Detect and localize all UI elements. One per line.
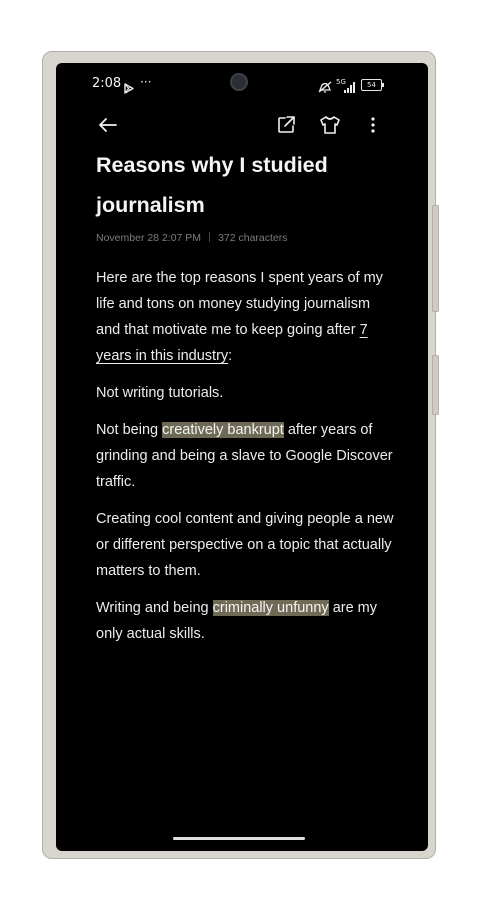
paragraph-1: Here are the top reasons I spent years o… xyxy=(96,270,383,364)
front-camera xyxy=(230,73,248,91)
highlighted-text: creatively bankrupt xyxy=(162,422,284,438)
highlighted-text: criminally unfunny xyxy=(212,600,329,616)
note-body[interactable]: Here are the top reasons I spent years o… xyxy=(96,265,396,658)
battery-icon: 54 xyxy=(361,79,384,91)
paragraph-2: Not writing tutorials. xyxy=(96,385,224,401)
status-bar: 2:08 ··· 5G 54 xyxy=(56,63,428,105)
more-notifications-icon: ··· xyxy=(140,75,152,89)
more-vertical-icon xyxy=(371,117,375,133)
meta-divider xyxy=(209,232,211,242)
home-indicator[interactable] xyxy=(173,837,305,840)
signal-icon xyxy=(338,79,356,98)
back-button[interactable] xyxy=(94,111,122,139)
paragraph-4: Creating cool content and giving people … xyxy=(96,511,394,579)
note-title[interactable]: Reasons why I studied journalism xyxy=(96,145,396,225)
external-link-icon xyxy=(278,116,295,133)
character-count: 372 characters xyxy=(218,232,288,244)
play-store-notification-icon xyxy=(124,79,134,98)
t-shirt-icon xyxy=(320,116,340,134)
mute-icon xyxy=(318,78,332,97)
note-meta: November 28 2:07 PM 372 characters xyxy=(96,232,288,244)
arrow-left-icon xyxy=(99,118,117,132)
more-options-button[interactable] xyxy=(359,111,387,139)
paragraph-3: Not being creatively bankrupt after year… xyxy=(96,422,393,490)
note-date: November 28 2:07 PM xyxy=(96,232,202,244)
status-time: 2:08 xyxy=(92,76,122,91)
share-button[interactable] xyxy=(272,111,300,139)
power-button xyxy=(432,355,439,415)
volume-button xyxy=(432,205,439,312)
theme-button[interactable] xyxy=(316,111,344,139)
phone-screen: 2:08 ··· 5G 54 Reasons why I studied jou… xyxy=(56,63,428,851)
paragraph-5: Writing and being criminally unfunny are… xyxy=(96,600,378,642)
